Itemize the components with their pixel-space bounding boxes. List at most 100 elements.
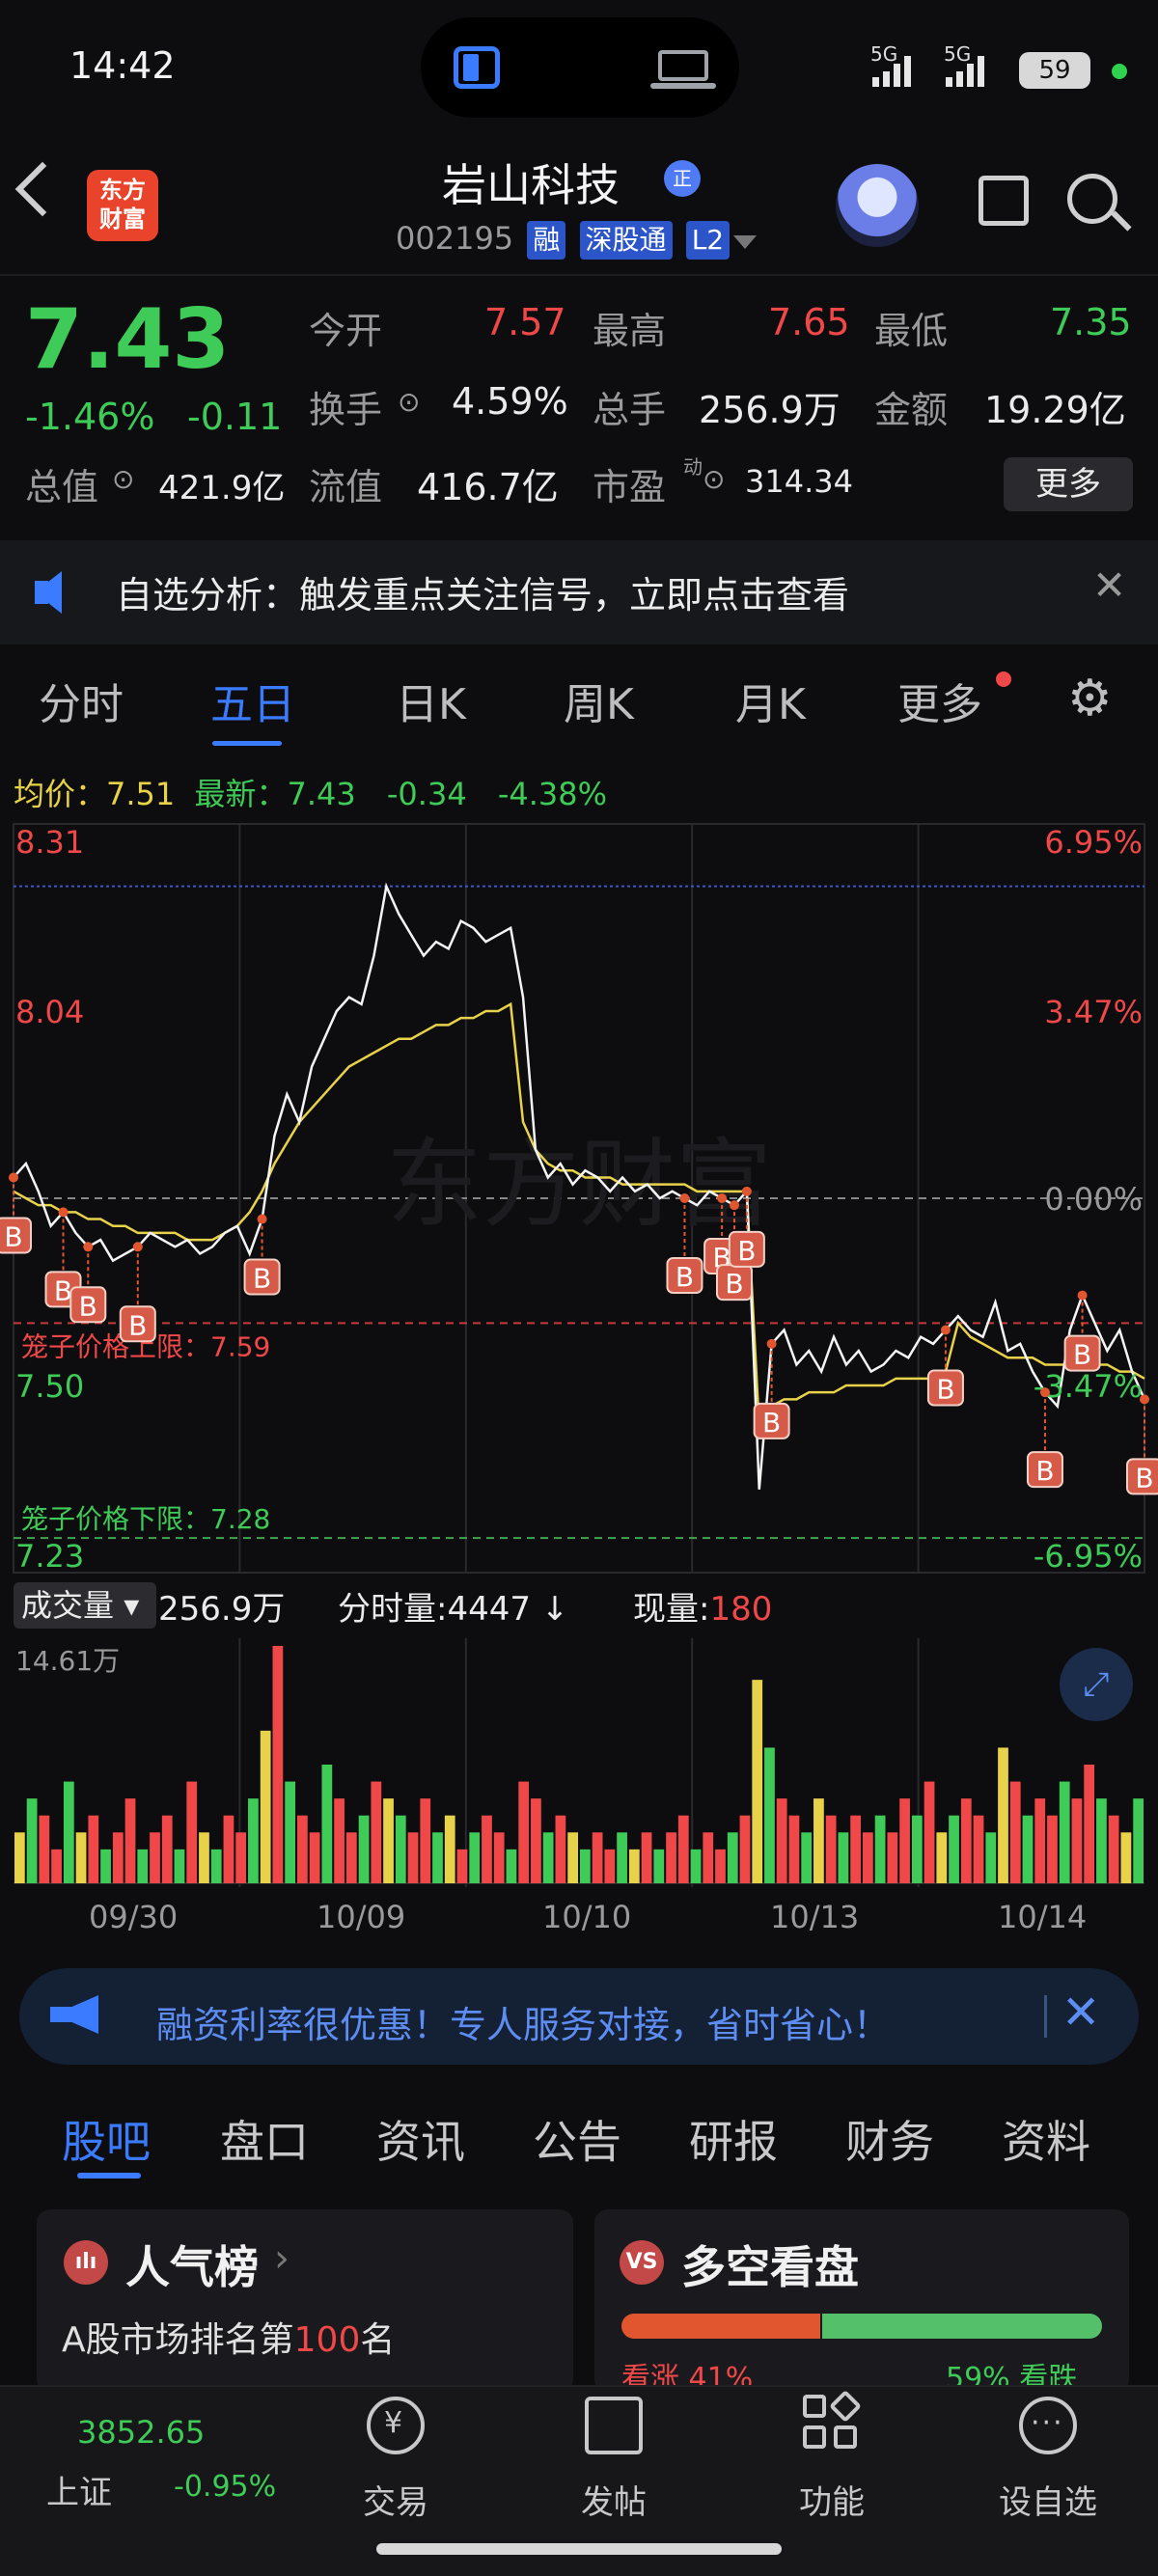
y-tick-left: 8.31 — [15, 824, 84, 861]
buy-marker-dot — [679, 1193, 690, 1203]
info-icon[interactable]: ⊙ — [398, 386, 420, 418]
indicator-selector[interactable]: 成交量 ▾ — [14, 1582, 156, 1629]
date-label: 10/13 — [770, 1899, 860, 1935]
signal-icon-2 — [946, 56, 988, 91]
tag-level2: L2 — [685, 221, 731, 260]
card-title: 人气榜 — [125, 2241, 259, 2293]
volume-bar — [752, 1680, 763, 1883]
tab-financials[interactable]: 财务 — [845, 2107, 934, 2171]
privacy-dot — [1112, 64, 1127, 79]
tab-research[interactable]: 研报 — [689, 2107, 778, 2171]
vs-icon: VS — [620, 2240, 664, 2285]
current-volume: 现量:180 — [633, 1590, 773, 1629]
volume-bar — [985, 1832, 997, 1883]
y-tick-right: -6.95% — [1034, 1538, 1143, 1575]
five-day-chart[interactable]: 东方财富 8.31 8.04 7.50 7.23 6.95% 3.47% 0.00% -3.47… — [0, 816, 1158, 1906]
share-icon[interactable] — [979, 176, 1029, 226]
buy-marker-dot — [717, 1193, 728, 1203]
volume-bar — [321, 1765, 333, 1883]
buy-marker-label: B — [936, 1374, 954, 1406]
info-icon[interactable]: ⊙ — [112, 463, 134, 495]
function-grid-icon[interactable] — [803, 2390, 862, 2453]
tab-weekly-k[interactable]: 周K — [564, 670, 634, 731]
settings-gear-icon[interactable]: ⚙ — [1067, 670, 1113, 727]
tab-monthly-k[interactable]: 月K — [735, 670, 806, 731]
more-button[interactable]: 更多 — [1004, 457, 1133, 511]
volume-bar — [813, 1798, 824, 1883]
rank-text: A股市场排名第100名 — [62, 2320, 396, 2360]
tab-news[interactable]: 资讯 — [376, 2107, 465, 2171]
chart-info-line: 均价：7.51 最新：7.43 -0.34 -4.38% — [14, 776, 608, 812]
buy-marker-label: B — [253, 1263, 271, 1295]
nav-functions[interactable]: 功能 — [755, 2476, 909, 2523]
volume-bar — [469, 1832, 481, 1883]
home-indicator[interactable] — [376, 2543, 782, 2555]
robot-assistant-icon[interactable] — [836, 164, 919, 247]
close-icon[interactable]: ✕ — [1062, 1986, 1100, 2040]
index-name[interactable]: 上证 — [46, 2466, 112, 2513]
volume-bar — [960, 1798, 972, 1883]
volume-bar — [825, 1815, 837, 1883]
nav-trade[interactable]: 交易 — [318, 2476, 473, 2523]
volume-bar — [395, 1815, 406, 1883]
close-icon[interactable]: ✕ — [1092, 562, 1126, 609]
volume-bar — [199, 1832, 209, 1883]
date-label: 10/10 — [542, 1899, 632, 1935]
brand-logo[interactable]: 东方 财富 — [87, 170, 158, 241]
volume-bar — [210, 1849, 222, 1883]
volume-bar — [1059, 1781, 1070, 1883]
volume-bar — [764, 1747, 775, 1883]
change-percent: -1.46% — [25, 396, 155, 438]
chevron-down-icon[interactable] — [733, 235, 757, 249]
tab-announcements[interactable]: 公告 — [533, 2107, 621, 2171]
last-change: -0.34 — [386, 776, 467, 812]
expand-icon[interactable]: ⤢ — [1060, 1648, 1133, 1721]
index-value[interactable]: 3852.65 — [77, 2414, 205, 2451]
avg-price: 7.51 — [106, 776, 176, 812]
volume-bar — [51, 1849, 62, 1883]
buy-marker-label: B — [762, 1407, 781, 1439]
popularity-card[interactable] — [37, 2209, 573, 2393]
volume-bar — [850, 1815, 861, 1883]
buy-marker-dot — [132, 1242, 143, 1252]
volume-bar — [407, 1832, 419, 1883]
volume-bar — [260, 1730, 271, 1883]
volume-bar — [776, 1798, 787, 1883]
volume-bar — [1133, 1798, 1144, 1883]
promo-text[interactable]: 融资利率很优惠！专人服务对接，省时省心！ — [156, 1995, 890, 2048]
info-icon[interactable]: ⊙ — [703, 463, 725, 495]
volume-bar — [949, 1815, 959, 1883]
buy-marker-dot — [9, 1172, 18, 1183]
battery-icon: 59 — [1019, 52, 1090, 89]
volume-bar — [39, 1815, 50, 1883]
volume-bar — [345, 1832, 357, 1883]
volume-bar — [1108, 1815, 1119, 1883]
search-icon[interactable] — [1067, 174, 1117, 224]
nav-post[interactable]: 发帖 — [537, 2476, 691, 2523]
buy-marker-dot — [940, 1325, 951, 1335]
nav-add-watchlist[interactable]: 设自选 — [971, 2476, 1125, 2523]
notice-text[interactable]: 自选分析：触发重点关注信号，立即点击查看 — [116, 565, 849, 618]
tab-intraday[interactable]: 分时 — [39, 670, 124, 731]
volume-bar — [63, 1781, 74, 1883]
tab-forum[interactable]: 股吧 — [62, 2107, 151, 2171]
tab-more[interactable]: 更多 — [897, 670, 982, 731]
y-tick-right: 3.47% — [1044, 994, 1143, 1030]
post-icon[interactable] — [585, 2397, 643, 2454]
volume-bar — [14, 1832, 25, 1883]
tick-volume: 分时量:4447 ↓ — [338, 1590, 569, 1629]
tab-profile[interactable]: 资料 — [1002, 2107, 1090, 2171]
tab-orderbook[interactable]: 盘口 — [220, 2107, 309, 2171]
bear-bar — [822, 2314, 1102, 2339]
volume-bar — [936, 1832, 948, 1883]
card-title: 多空看盘 — [681, 2241, 859, 2293]
tab-five-day[interactable]: 五日 — [210, 670, 295, 731]
volume-bar — [482, 1815, 492, 1883]
volume-bar — [493, 1832, 505, 1883]
volume-bar — [1022, 1815, 1034, 1883]
volume-bar — [899, 1798, 910, 1883]
tab-daily-k[interactable]: 日K — [396, 670, 466, 731]
back-icon[interactable] — [14, 161, 70, 217]
pe-ratio: 314.34 — [745, 463, 853, 500]
date-label: 09/30 — [89, 1899, 179, 1935]
